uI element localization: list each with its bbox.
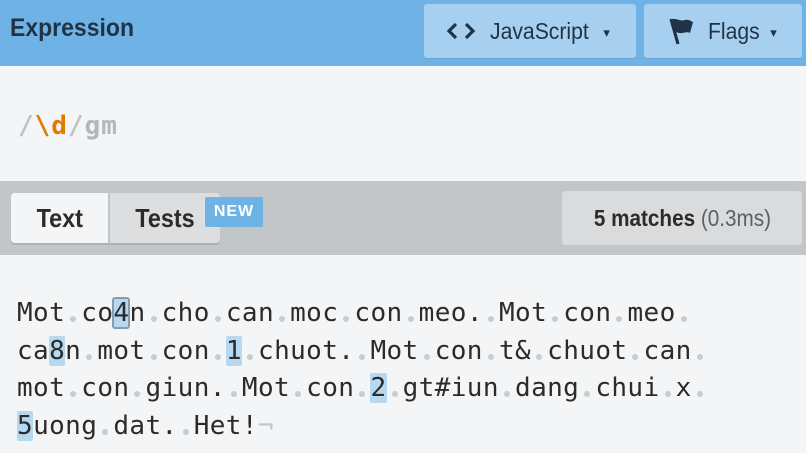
text-segment: moc [290, 298, 339, 328]
text-segment: Mot [370, 335, 419, 366]
text-segment: n [65, 335, 82, 366]
text-line: ca8n mot con 1 chuot. Mot con t& chuot can [17, 333, 797, 371]
text-segment: mot [97, 335, 146, 366]
expression-editor[interactable]: /\d/gm [0, 66, 806, 181]
text-segment: dat. [113, 410, 178, 441]
text-line: Mot co4n cho can moc con meo. Mot con meo [17, 295, 797, 333]
text-line: 5uong dat. Het!¬ [17, 408, 797, 446]
text-line: mot con giun. Mot con 2 gt#iun dang chui x [17, 370, 797, 408]
pattern: \d [34, 111, 68, 141]
flags-label: Flags [708, 17, 760, 44]
expression-input[interactable]: /\d/gm [18, 111, 118, 141]
text-segment: mot [17, 373, 66, 403]
open-delimiter: / [18, 111, 35, 141]
text-segment: n [129, 298, 146, 328]
text-segment: can [225, 298, 275, 328]
text-segment: Het! [193, 410, 258, 441]
text-segment: Mot [498, 298, 548, 328]
chevron-down-icon: ▾ [603, 25, 610, 40]
test-text-area[interactable]: Mot co4n cho can moc con meo. Mot con meo ca8n mot c… [0, 255, 806, 453]
tab-group: Text Tests [11, 193, 220, 243]
text-segment: t& [498, 335, 532, 366]
text-segment: chuot [547, 335, 628, 366]
text-tabbar: Text Tests NEW 5 matches (0.3ms) [0, 181, 806, 255]
match-highlight[interactable]: 2 [370, 373, 387, 403]
tab-tests[interactable]: Tests [110, 193, 220, 243]
close-delimiter: / [67, 111, 85, 141]
new-badge: NEW [205, 197, 263, 227]
text-segment: con [354, 298, 403, 328]
text-segment: con [434, 335, 483, 366]
match-highlight[interactable]: 1 [225, 335, 242, 366]
text-segment: uong [33, 410, 98, 441]
text-segment: ca [17, 335, 50, 366]
text-segment: can [643, 335, 692, 366]
match-count[interactable]: 5 matches (0.3ms) [562, 191, 802, 245]
expression-title: Expression [10, 14, 134, 42]
flags-button[interactable]: Flags ▾ [644, 4, 802, 58]
match-highlight[interactable]: 5 [17, 410, 34, 441]
match-count-label: 5 matches [593, 204, 695, 231]
chevron-down-icon: ▾ [770, 25, 777, 40]
code-brackets-icon [446, 22, 476, 40]
tab-tests-label: Tests [135, 202, 195, 233]
text-segment: Mot [17, 298, 66, 328]
end-of-text-marker: ¬ [257, 410, 274, 441]
language-button[interactable]: JavaScript ▾ [424, 4, 636, 58]
text-segment: co [81, 298, 114, 328]
tab-text[interactable]: Text [11, 193, 110, 243]
match-highlight[interactable]: 4 [112, 297, 131, 329]
text-segment: dang [515, 373, 580, 403]
flag-icon [669, 18, 693, 45]
text-segment: meo. [418, 298, 483, 328]
text-segment: gt#iun [402, 373, 499, 403]
text-segment: Mot [241, 373, 291, 403]
text-segment: cho [161, 298, 210, 328]
language-label: JavaScript [490, 17, 589, 44]
flags[interactable]: gm [85, 111, 118, 141]
text-segment: con [306, 373, 355, 403]
text-segment: chui [595, 373, 660, 403]
text-segment: con [161, 335, 210, 366]
expression-header: Expression JavaScript ▾ Flags ▾ [0, 0, 806, 66]
tab-text-label: Text [36, 202, 83, 233]
match-highlight[interactable]: 8 [49, 335, 66, 366]
text-segment: x [675, 373, 692, 403]
text-segment: meo [627, 298, 676, 328]
text-segment: con [563, 298, 612, 328]
text-segment: giun. [145, 373, 226, 403]
test-text[interactable]: Mot co4n cho can moc con meo. Mot con meo ca8n mot c… [17, 295, 797, 445]
text-segment: con [81, 373, 130, 403]
match-time: (0.3ms) [700, 204, 771, 231]
text-segment: chuot. [258, 335, 355, 366]
